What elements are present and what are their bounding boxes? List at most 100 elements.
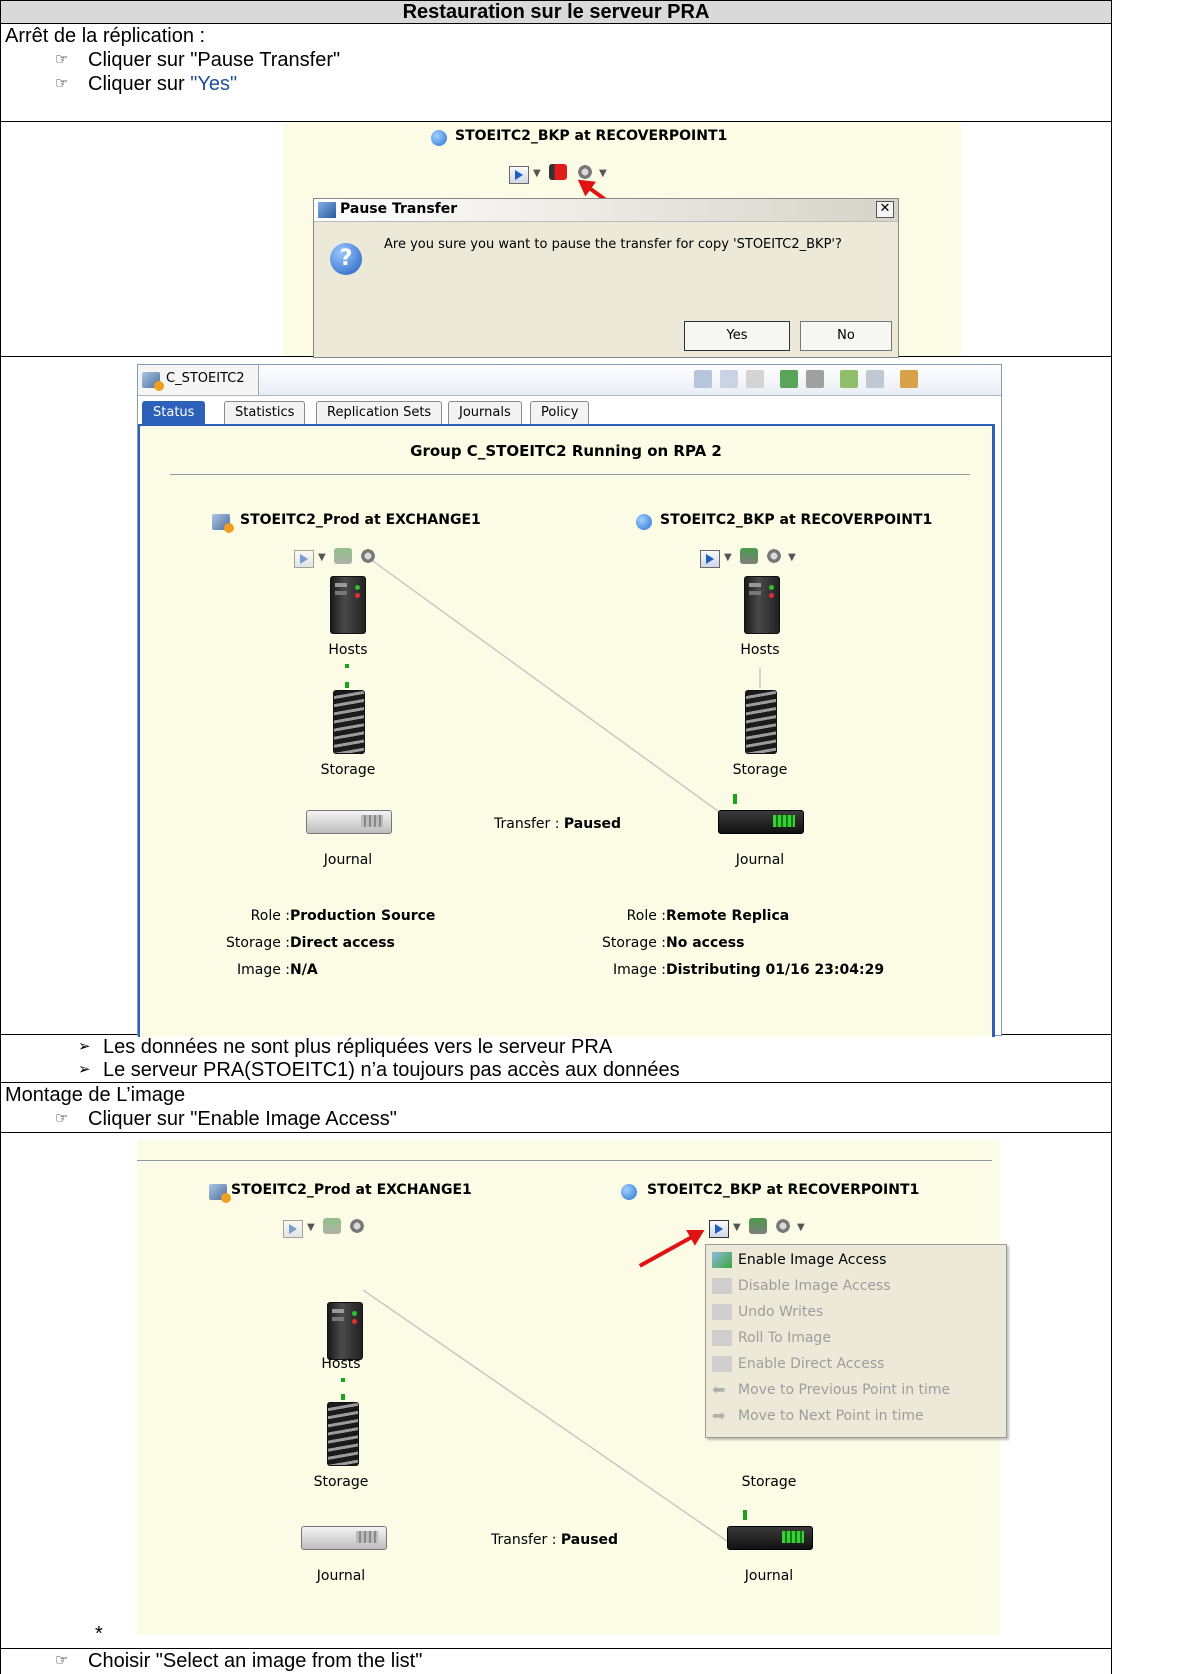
hand-bullet-icon: ☞	[55, 51, 69, 68]
chevron-down-icon[interactable]: ▼	[733, 1222, 741, 1233]
pause-transfer-dialog: Pause Transfer ✕ ? Are you sure you want…	[313, 198, 899, 358]
right-hosts-label: Hosts	[740, 642, 780, 658]
left-hosts-label: Hosts	[321, 1356, 361, 1372]
direct-access-icon	[712, 1356, 732, 1372]
chevron-down-icon[interactable]: ▼	[599, 168, 607, 179]
menu-item-enable-direct-access[interactable]: Enable Direct Access	[706, 1351, 1006, 1377]
globe-icon	[621, 1184, 637, 1200]
window-tab[interactable]: C_STOEITC2	[138, 365, 259, 395]
image-access-button[interactable]	[509, 166, 529, 184]
storage-icon	[333, 690, 365, 754]
left-copy-title: STOEITC2_Prod at EXCHANGE1	[231, 1182, 472, 1198]
menu-item-next-point[interactable]: ➡ Move to Next Point in time	[706, 1403, 1006, 1429]
pause-transfer-icon[interactable]	[549, 164, 567, 180]
enable-image-icon	[712, 1252, 732, 1268]
chevron-down-icon[interactable]: ▼	[318, 552, 326, 563]
disable-image-icon	[712, 1278, 732, 1294]
gear-icon[interactable]	[360, 548, 376, 564]
remove-replication-set-icon[interactable]	[866, 370, 884, 388]
properties-icon[interactable]	[900, 370, 918, 388]
dialog-titlebar: Pause Transfer ✕	[314, 199, 898, 222]
right-journal-label: Journal	[744, 1568, 794, 1584]
link-indicator	[341, 1378, 345, 1382]
transfer-icon[interactable]	[749, 1218, 767, 1234]
arrow-bullet-icon: ➢	[78, 1038, 91, 1055]
chevron-down-icon[interactable]: ▼	[307, 1222, 315, 1233]
dialog-app-icon	[318, 202, 336, 218]
gear-icon[interactable]	[775, 1218, 791, 1234]
add-copy-icon[interactable]	[694, 370, 712, 388]
close-button[interactable]: ✕	[876, 201, 894, 218]
tab-replication-sets[interactable]: Replication Sets	[316, 401, 443, 424]
chevron-down-icon[interactable]: ▼	[724, 552, 732, 563]
tab-policy[interactable]: Policy	[530, 401, 590, 424]
left-journal-label: Journal	[323, 852, 373, 868]
right-storage-label: Storage	[741, 1474, 797, 1490]
menu-item-roll-to-image[interactable]: Roll To Image	[706, 1325, 1006, 1351]
asterisk-mark: *	[95, 1623, 103, 1645]
link-indicator	[341, 1394, 345, 1400]
hand-bullet-icon: ☞	[55, 1652, 69, 1669]
transfer-icon[interactable]	[323, 1218, 341, 1234]
disable-icon[interactable]	[746, 370, 764, 388]
chevron-down-icon[interactable]: ▼	[797, 1222, 805, 1233]
status-panel: Group C_STOEITC2 Running on RPA 2 STOEIT…	[138, 424, 995, 1037]
right-journal-label: Journal	[735, 852, 785, 868]
tab-bar: Status Statistics Replication Sets Journ…	[142, 401, 997, 425]
journal-icon	[718, 810, 804, 834]
right-copy-title: STOEITC2_BKP at RECOVERPOINT1	[647, 1182, 920, 1198]
yes-button[interactable]: Yes	[684, 321, 790, 351]
remove-copy-icon[interactable]	[720, 370, 738, 388]
screenshot-enable-image-access: STOEITC2_Prod at EXCHANGE1 STOEITC2_BKP …	[137, 1140, 1007, 1635]
chevron-down-icon[interactable]: ▼	[788, 552, 796, 563]
note-line: Les données ne sont plus répliquées vers…	[103, 1036, 613, 1058]
add-replication-set-icon[interactable]	[840, 370, 858, 388]
image-access-button[interactable]	[700, 550, 720, 568]
hosts-server-icon	[327, 1302, 363, 1360]
step-enable-image-access: Cliquer sur "Enable Image Access"	[88, 1108, 397, 1130]
step-pause-transfer: Cliquer sur "Pause Transfer"	[88, 49, 341, 71]
section1-intro: Arrêt de la réplication :	[5, 25, 206, 47]
production-copy-icon	[212, 514, 234, 533]
hosts-server-icon	[330, 576, 366, 634]
gear-icon[interactable]	[766, 548, 782, 564]
tab-journals[interactable]: Journals	[448, 401, 522, 424]
tab-status[interactable]: Status	[142, 401, 206, 424]
row-divider	[0, 1132, 1112, 1133]
page-title: Restauration sur le serveur PRA	[402, 1, 710, 23]
gear-icon[interactable]	[349, 1218, 365, 1234]
window-titlebar: C_STOEITC2	[138, 365, 1001, 396]
image-access-button[interactable]	[294, 550, 314, 568]
arrow-left-icon: ⬅	[712, 1380, 726, 1399]
left-storage-label: Storage	[320, 762, 376, 778]
copy-title: STOEITC2_BKP at RECOVERPOINT1	[455, 128, 728, 144]
hosts-server-icon	[744, 576, 780, 634]
link-indicator	[345, 682, 349, 688]
left-journal-label: Journal	[316, 1568, 366, 1584]
link-indicator	[733, 794, 737, 804]
image-access-button[interactable]	[283, 1220, 303, 1238]
menu-item-previous-point[interactable]: ⬅ Move to Previous Point in time	[706, 1377, 1006, 1403]
tab-statistics[interactable]: Statistics	[224, 401, 306, 424]
link-indicator	[345, 664, 349, 668]
left-storage-label: Storage	[313, 1474, 369, 1490]
chevron-down-icon[interactable]: ▼	[533, 168, 541, 179]
link-indicator	[743, 1510, 747, 1520]
note-line: Le serveur PRA(STOEITC1) n’a toujours pa…	[103, 1059, 680, 1081]
menu-item-enable-image-access[interactable]: Enable Image Access	[706, 1247, 1006, 1273]
transfer-icon[interactable]	[780, 370, 798, 388]
step-click-yes: Cliquer sur "Yes"	[88, 73, 238, 95]
production-copy-icon	[209, 1184, 231, 1203]
bookmark-icon[interactable]	[806, 370, 824, 388]
globe-icon	[636, 514, 652, 530]
menu-item-undo-writes[interactable]: Undo Writes	[706, 1299, 1006, 1325]
menu-item-disable-image-access[interactable]: Disable Image Access	[706, 1273, 1006, 1299]
no-button[interactable]: No	[800, 321, 892, 351]
image-access-button[interactable]	[709, 1220, 729, 1238]
transfer-icon[interactable]	[334, 548, 352, 564]
journal-icon	[727, 1526, 813, 1550]
right-info-block: Role : Remote Replica Storage : No acces…	[602, 908, 885, 978]
globe-icon	[431, 130, 447, 146]
screenshot-group-status: C_STOEITC2 Status Statistics Replication…	[137, 364, 1002, 1037]
transfer-icon[interactable]	[740, 548, 758, 564]
